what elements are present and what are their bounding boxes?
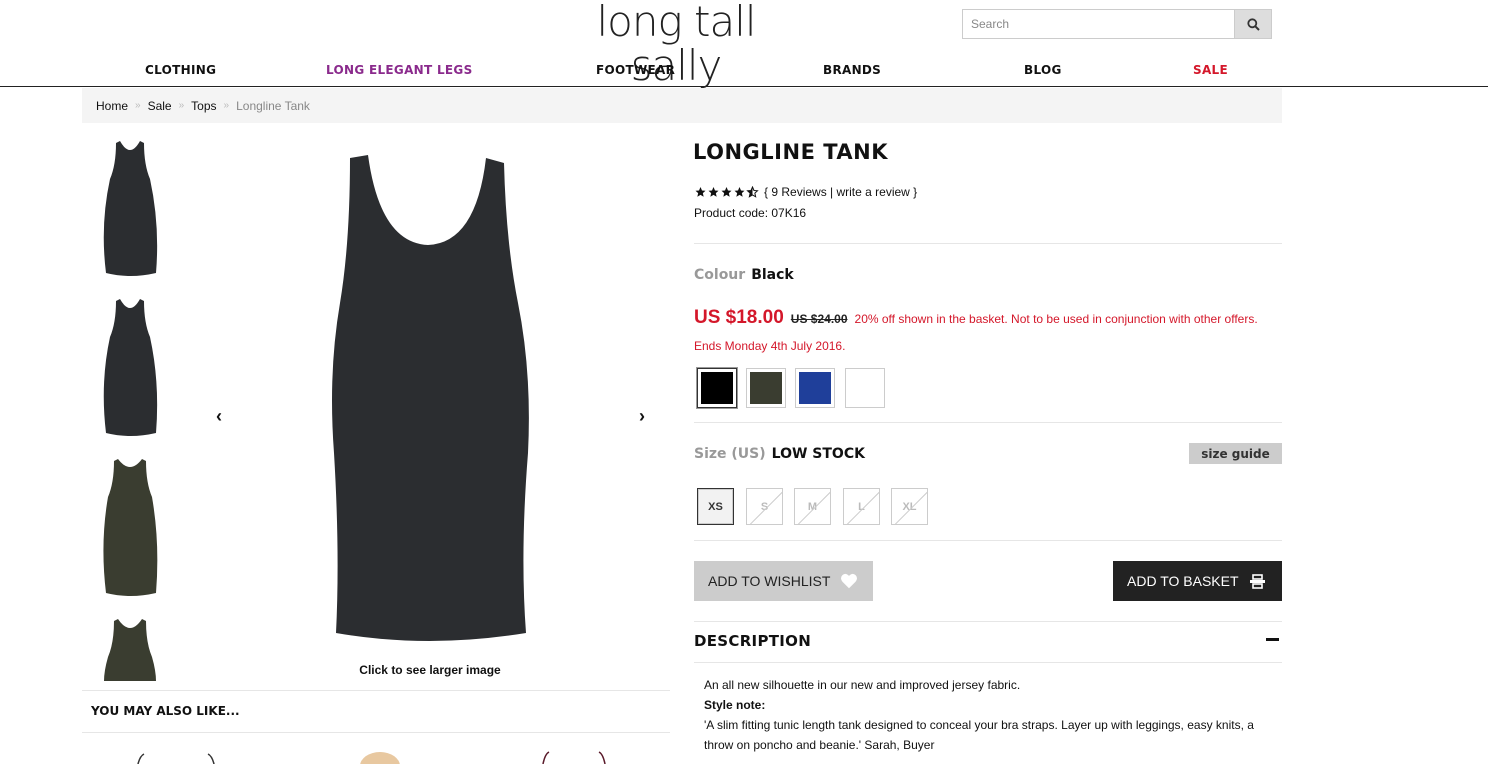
previous-arrow-icon[interactable]: ‹ [211, 406, 227, 426]
current-price: US $18.00 [694, 307, 784, 328]
next-arrow-icon[interactable]: › [634, 406, 650, 426]
swatch-black[interactable] [697, 368, 737, 408]
star-icon [721, 187, 732, 197]
search-icon [1246, 17, 1260, 31]
enlarge-image-link[interactable]: Click to see larger image [240, 663, 620, 677]
thumbnail-2[interactable] [82, 295, 178, 437]
search-bar [962, 9, 1272, 39]
nav-clothing[interactable]: CLOTHING [145, 63, 216, 77]
recommendation-item[interactable] [130, 742, 220, 764]
breadcrumb: Home » Sale » Tops » Longline Tank [82, 88, 1282, 123]
thumbnail-1[interactable] [82, 135, 178, 277]
divider [694, 540, 1282, 541]
star-icon [695, 187, 706, 197]
star-icon [708, 187, 719, 197]
style-note-label: Style note: [704, 698, 766, 712]
star-rating [694, 186, 759, 198]
swatch-white[interactable] [845, 368, 885, 408]
swatch-fill [799, 372, 831, 404]
divider [694, 621, 1282, 622]
discount-note: 20% off shown in the basket. Not to be u… [854, 312, 1258, 326]
swatch-fill [701, 372, 733, 404]
breadcrumb-separator-icon: » [178, 100, 185, 111]
description-intro: An all new silhouette in our new and imp… [704, 678, 1021, 692]
colour-value: Black [751, 267, 794, 283]
half-star-icon [746, 186, 759, 198]
thumbnail-4[interactable] [82, 615, 178, 681]
swatch-khaki[interactable] [746, 368, 786, 408]
brand-logo[interactable]: long tall sally [578, 0, 774, 88]
breadcrumb-tops[interactable]: Tops [191, 99, 216, 113]
heart-icon [841, 573, 858, 589]
search-button[interactable] [1234, 10, 1271, 38]
colour-row: Colour Black [694, 267, 794, 283]
description-body: An all new silhouette in our new and imp… [704, 675, 1274, 755]
size-row: Size (US) LOW STOCK [694, 446, 865, 462]
size-m: M [794, 488, 831, 525]
nav-blog[interactable]: BLOG [1024, 63, 1062, 77]
original-price: US $24.00 [790, 312, 848, 326]
basket-icon [1249, 573, 1265, 589]
nav-footwear[interactable]: FOOTWEAR [596, 63, 675, 77]
stock-status: LOW STOCK [771, 446, 865, 462]
size-label: Size (US) [694, 446, 766, 462]
unavailable-slash [894, 489, 927, 524]
size-xs[interactable]: XS [697, 488, 734, 525]
you-may-also-like-heading: YOU MAY ALSO LIKE... [82, 690, 670, 733]
recommendation-item[interactable] [340, 742, 430, 764]
main-product-image[interactable] [240, 133, 620, 653]
breadcrumb-current: Longline Tank [236, 98, 310, 113]
breadcrumb-sale[interactable]: Sale [148, 99, 172, 113]
reviews-link[interactable]: { 9 Reviews | write a review } [764, 185, 917, 199]
unavailable-slash [749, 489, 782, 524]
swatch-blue[interactable] [795, 368, 835, 408]
add-to-wishlist-button[interactable]: ADD TO WISHLIST [694, 561, 873, 601]
recommendation-item[interactable] [535, 742, 625, 764]
swatch-fill [849, 372, 881, 404]
divider [694, 662, 1282, 663]
collapse-minus-icon[interactable] [1266, 638, 1279, 641]
breadcrumb-separator-icon: » [223, 100, 230, 111]
style-note-text: 'A slim fitting tunic length tank design… [704, 718, 1254, 752]
product-code: Product code: 07K16 [694, 206, 807, 220]
star-icon [734, 187, 745, 197]
colour-label: Colour [694, 267, 746, 283]
breadcrumb-separator-icon: » [135, 100, 141, 111]
size-s: S [746, 488, 783, 525]
size-guide-button[interactable]: size guide [1189, 443, 1282, 464]
nav-brands[interactable]: BRANDS [823, 63, 881, 77]
add-to-basket-button[interactable]: ADD TO BASKET [1113, 561, 1282, 601]
rating-row: { 9 Reviews | write a review } [694, 185, 917, 199]
unavailable-slash [797, 489, 830, 524]
basket-label: ADD TO BASKET [1127, 573, 1239, 589]
product-title: LONGLINE TANK [693, 140, 889, 164]
size-label-xs: XS [708, 500, 723, 513]
divider [694, 243, 1282, 244]
description-heading[interactable]: DESCRIPTION [694, 632, 811, 650]
nav-sale[interactable]: SALE [1193, 63, 1228, 77]
unavailable-slash [846, 489, 879, 524]
offer-end-date: Ends Monday 4th July 2016. [694, 339, 846, 353]
wishlist-label: ADD TO WISHLIST [708, 573, 831, 589]
swatch-fill [750, 372, 782, 404]
divider [694, 422, 1282, 423]
size-l: L [843, 488, 880, 525]
size-xl: XL [891, 488, 928, 525]
nav-long-elegant-legs[interactable]: LONG ELEGANT LEGS [326, 63, 473, 77]
price-row: US $18.00 US $24.00 20% off shown in the… [694, 307, 1258, 329]
main-nav: CLOTHING LONG ELEGANT LEGS FOOTWEAR BRAN… [0, 56, 1488, 87]
breadcrumb-home[interactable]: Home [96, 99, 128, 113]
thumbnail-3[interactable] [82, 455, 178, 597]
search-input[interactable] [963, 10, 1234, 38]
